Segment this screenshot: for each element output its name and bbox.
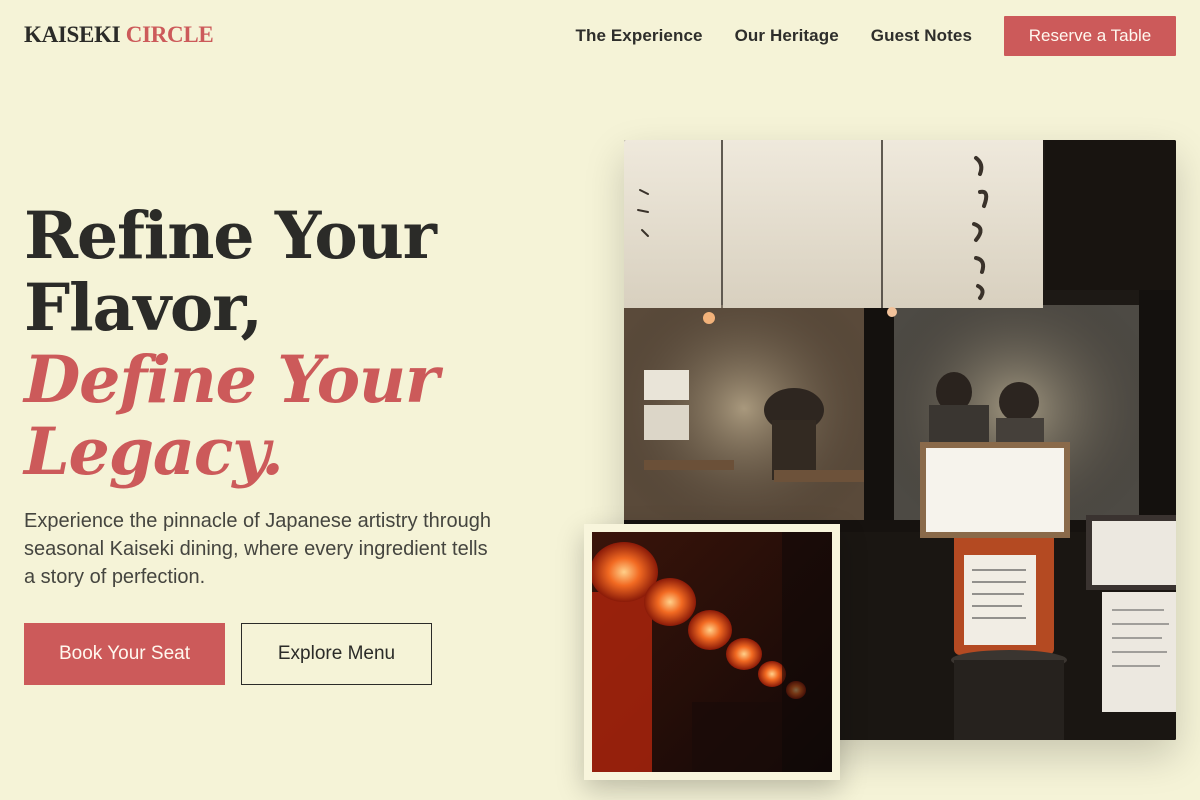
nav-link-experience[interactable]: The Experience (576, 26, 703, 46)
lanterns-photo (584, 524, 840, 780)
headline-line-2: Flavor, (24, 270, 263, 346)
nav-link-heritage[interactable]: Our Heritage (735, 26, 839, 46)
main-nav: The Experience Our Heritage Guest Notes … (576, 16, 1176, 56)
book-seat-button[interactable]: Book Your Seat (24, 623, 225, 685)
brand-logo[interactable]: KAISEKI CIRCLE (24, 22, 214, 48)
hero-headline: Refine Your Flavor, Define Your Legacy. (24, 198, 439, 490)
nav-link-guest-notes[interactable]: Guest Notes (871, 26, 972, 46)
brand-name-accent: CIRCLE (125, 22, 214, 47)
explore-menu-button[interactable]: Explore Menu (241, 623, 432, 685)
headline-line-1: Refine Your (24, 198, 437, 274)
brand-name-primary: KAISEKI (24, 22, 121, 47)
hero-lead-text: Experience the pinnacle of Japanese arti… (24, 510, 491, 588)
reserve-table-button[interactable]: Reserve a Table (1004, 16, 1176, 56)
headline-accent-line-1: Define Your (24, 342, 439, 418)
headline-accent-line-2: Legacy. (24, 414, 284, 490)
